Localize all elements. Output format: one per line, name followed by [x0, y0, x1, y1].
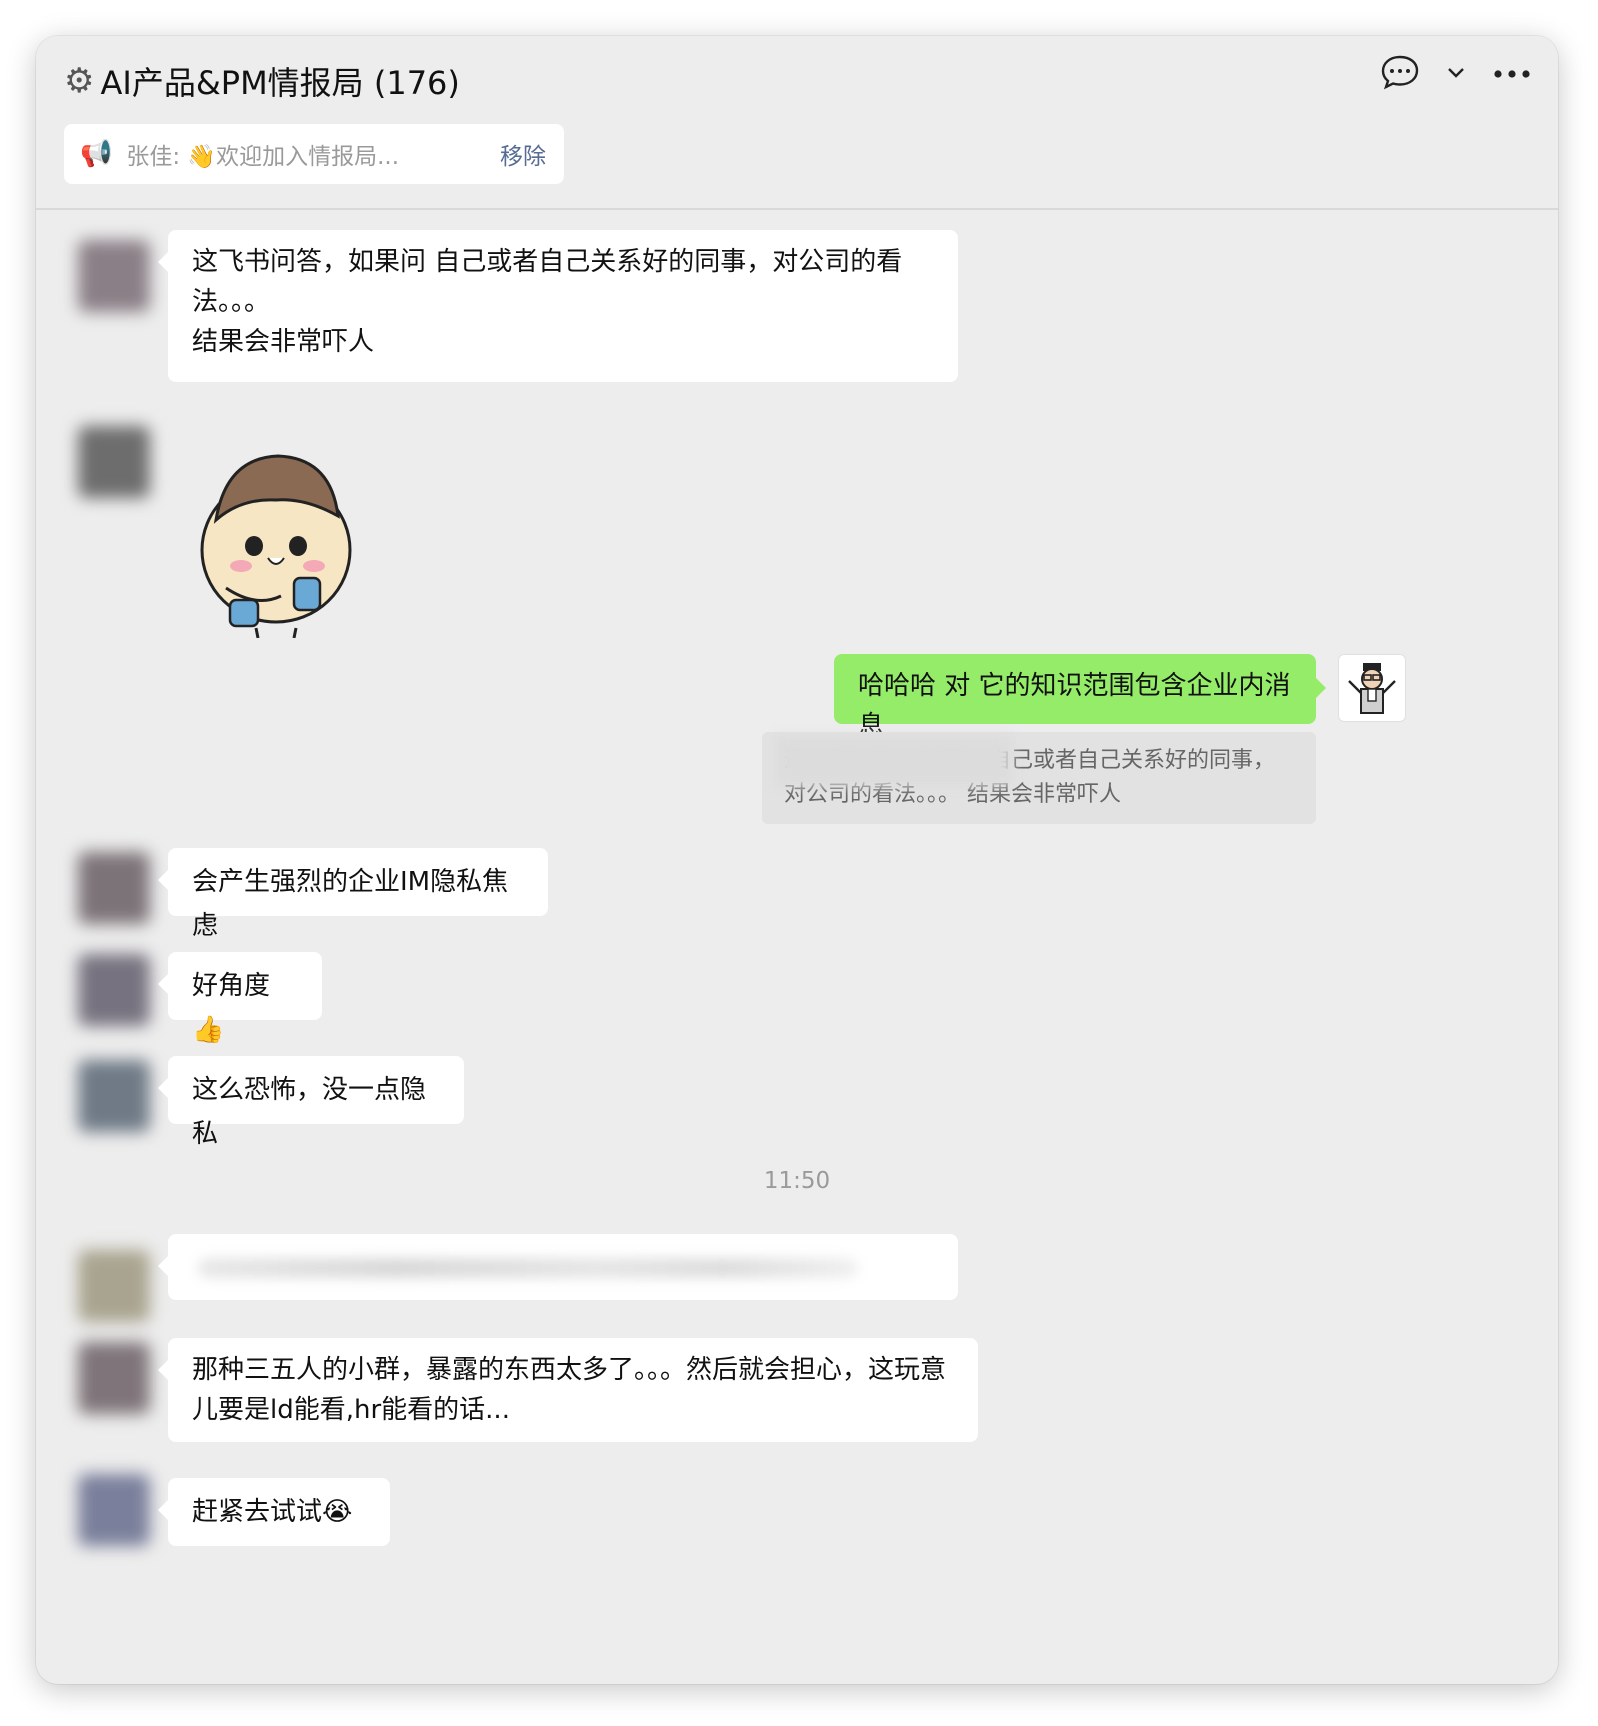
header-actions — [1380, 54, 1532, 94]
remove-notice-button[interactable]: 移除 — [500, 137, 546, 171]
avatar[interactable] — [78, 1474, 150, 1546]
message-bubble[interactable]: 这飞书问答，如果问 自己或者自己关系好的同事，对公司的看法。。。 结果会非常吓人 — [158, 230, 958, 382]
blurred-content — [198, 1258, 858, 1278]
pinned-notice[interactable]: 📢 张佳: 👋欢迎加入情报局... 移除 — [64, 124, 564, 184]
sticker-image[interactable] — [196, 438, 366, 639]
chat-header: ⚙ AI产品&PM情报局 (176) 📢 张佳: 👋欢迎加入情报局... 移除 — [36, 36, 1558, 210]
chat-window: ⚙ AI产品&PM情报局 (176) 📢 张佳: 👋欢迎加入情报局... 移除 … — [36, 36, 1558, 1684]
avatar[interactable] — [78, 1342, 150, 1414]
chat-title: ⚙ AI产品&PM情报局 (176) — [64, 58, 460, 104]
more-icon[interactable] — [1492, 65, 1532, 84]
quoted-message[interactable]: 这飞书问答，如果问 自己或者自己关系好的同事，对公司的看法。。。 结果会非常吓人 — [762, 732, 1316, 824]
message-bubble[interactable]: 好角度👍 — [158, 952, 322, 1045]
message-bubble[interactable]: 这么恐怖，没一点隐私 — [158, 1056, 464, 1149]
chat-bubble-icon[interactable] — [1380, 54, 1420, 94]
avatar[interactable] — [78, 1250, 150, 1322]
avatar[interactable] — [78, 1060, 150, 1132]
message-bubble[interactable]: 赶紧去试试😭 — [158, 1478, 390, 1546]
notice-text: 张佳: 👋欢迎加入情报局... — [126, 144, 400, 170]
group-name: AI产品&PM情报局 (176) — [100, 64, 460, 102]
self-avatar[interactable] — [1338, 654, 1406, 722]
avatar[interactable] — [78, 852, 150, 924]
gear-icon: ⚙ — [64, 61, 95, 101]
avatar[interactable] — [78, 240, 150, 312]
avatar[interactable] — [78, 954, 150, 1026]
message-bubble[interactable]: 会产生强烈的企业IM隐私焦虑 — [158, 848, 548, 941]
message-list[interactable]: 这飞书问答，如果问 自己或者自己关系好的同事，对公司的看法。。。 结果会非常吓人… — [36, 210, 1558, 1684]
announcement-icon: 📢 — [80, 139, 113, 169]
chevron-down-icon[interactable] — [1446, 65, 1466, 84]
timestamp: 11:50 — [763, 1168, 831, 1194]
message-bubble[interactable]: 那种三五人的小群，暴露的东西太多了。。。然后就会担心，这玩意儿要是ld能看,hr… — [158, 1338, 978, 1442]
avatar[interactable] — [78, 426, 150, 498]
blurred-sender — [776, 736, 1012, 786]
self-message-bubble[interactable]: 哈哈哈 对 它的知识范围包含企业内消息 — [834, 654, 1326, 741]
blurred-message-bubble[interactable] — [158, 1234, 958, 1300]
